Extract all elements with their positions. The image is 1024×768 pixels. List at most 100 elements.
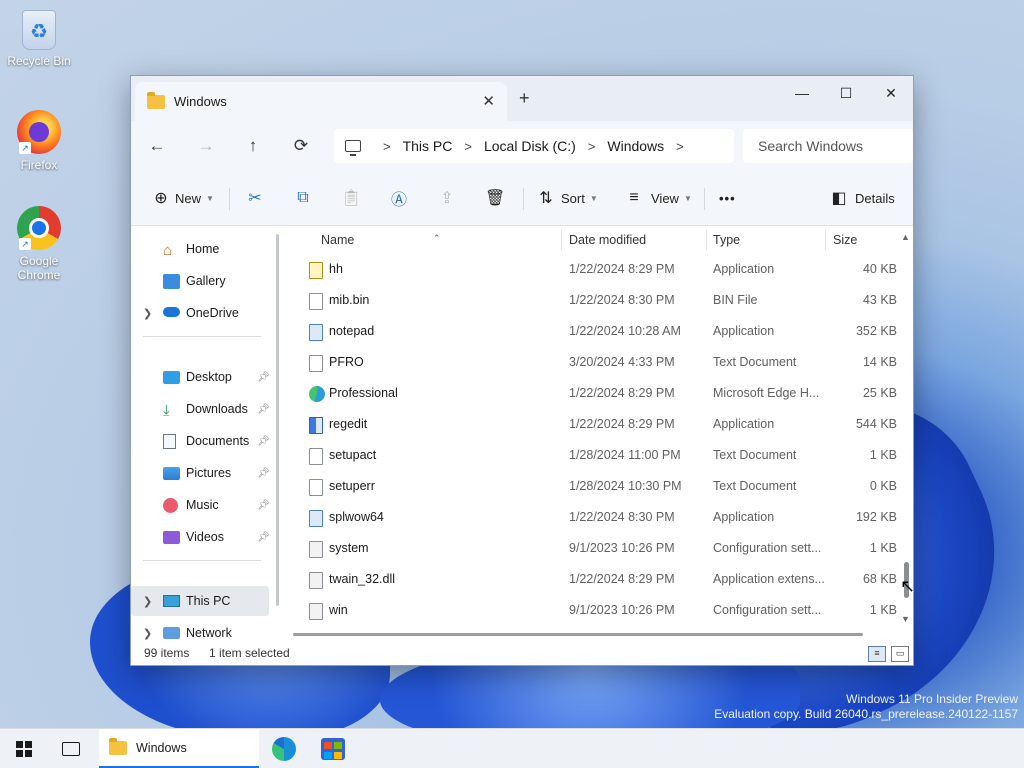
new-tab-button[interactable]: + [519,88,530,109]
explorer-body: ⌂ Home Gallery ❯ OneDrive Desktop 📌︎ ⤓ D… [131,226,913,640]
nav-item-desktop[interactable]: Desktop 📌︎ [131,362,270,392]
file-name: twain_32.dll [329,572,396,586]
up-button[interactable]: ↑ [241,134,265,158]
file-name: notepad [329,324,375,338]
taskbar-explorer-windows[interactable]: Windows [99,729,259,768]
desktop-icon-firefox[interactable]: ↗ Firefox [1,110,77,172]
maximize-button[interactable]: ☐ [823,80,869,108]
breadcrumb-separator[interactable]: > [676,139,684,154]
large-icons-view-button[interactable]: ▭ [891,646,909,662]
forward-button[interactable]: → [194,134,218,158]
sort-icon: ⇅ [539,190,553,207]
desktop-icon-recycle-bin[interactable]: Recycle Bin [1,10,77,68]
nav-item-this-pc[interactable]: ❯ This PC [131,586,269,616]
plus-circle-icon: ⊕ [154,190,168,207]
nav-item-label: Network [186,626,232,640]
table-row[interactable]: system 9/1/2023 10:26 PM Configuration set… [287,533,897,564]
nav-item-videos[interactable]: Videos 📌︎ [131,522,270,552]
desktop-icon-chrome[interactable]: ↗ Google Chrome [1,206,77,282]
table-row[interactable]: setupact 1/28/2024 11:00 PM Text Document 1… [287,440,897,471]
close-tab-button[interactable]: ✕ [482,92,495,110]
pin-icon[interactable]: 📌︎ [257,532,270,543]
table-row[interactable]: notepad 1/22/2024 10:28 AM Application 352 … [287,316,897,347]
start-button[interactable] [16,729,32,768]
rename-button[interactable]: Ⓐ [389,186,409,210]
table-row[interactable]: hh 1/22/2024 8:29 PM Application 40 KB [287,254,897,285]
table-row[interactable]: twain_32.dll 1/22/2024 8:29 PM Application… [287,564,897,595]
close-window-button[interactable]: ✕ [868,80,914,108]
search-input[interactable]: Search Windows [743,129,913,163]
nav-item-pictures[interactable]: Pictures 📌︎ [131,458,270,488]
new-button[interactable]: ⊕ New ▼ [151,186,214,210]
breadcrumb-separator[interactable]: > [383,139,391,154]
file-type: Application [713,324,775,338]
table-row[interactable]: win 9/1/2023 10:26 PM Configuration sett..… [287,595,897,626]
more-options-button[interactable]: ••• [719,186,736,210]
details-pane-icon: ◧ [831,190,847,207]
nav-item-documents[interactable]: Documents 📌︎ [131,426,270,456]
breadcrumb-this-pc[interactable]: This PC [403,138,453,154]
pin-icon[interactable]: 📌︎ [257,404,270,415]
nav-item-gallery[interactable]: Gallery [131,266,269,296]
watermark-line: Evaluation copy. Build 26040.rs_prerelea… [714,707,1018,721]
table-row[interactable]: Professional 1/22/2024 8:29 PM Microsoft E… [287,378,897,409]
pin-icon[interactable]: 📌︎ [257,500,270,511]
nav-divider [143,336,261,337]
column-name[interactable]: Name [321,233,354,247]
nav-item-home[interactable]: ⌂ Home [131,234,269,264]
file-size: 352 KB [855,324,897,338]
breadcrumb-separator[interactable]: > [464,139,472,154]
divider [229,188,230,210]
task-view-button[interactable] [62,729,80,768]
nav-item-onedrive[interactable]: ❯ OneDrive [131,298,269,328]
horizontal-scrollbar[interactable] [293,633,863,636]
breadcrumb-local-disk[interactable]: Local Disk (C:) [484,138,576,154]
column-divider[interactable] [706,230,707,250]
column-date-modified[interactable]: Date modified [569,233,646,247]
scroll-up-arrow-icon[interactable]: ▲ [901,232,910,242]
column-size[interactable]: Size [833,233,857,247]
scroll-down-arrow-icon[interactable]: ▼ [901,614,910,624]
column-type[interactable]: Type [713,233,740,247]
selection-count: 1 item selected [209,646,290,660]
store-icon [321,738,345,760]
sort-button[interactable]: ⇅ Sort ▼ [536,186,597,210]
nav-scrollbar[interactable] [276,234,279,606]
file-date: 1/22/2024 10:28 AM [569,324,681,338]
pin-icon[interactable]: 📌︎ [257,468,270,479]
breadcrumb-separator[interactable]: > [588,139,596,154]
taskbar-store[interactable] [321,729,345,768]
nav-item-music[interactable]: Music 📌︎ [131,490,270,520]
view-button[interactable]: ≡ View ▼ [624,186,692,210]
taskbar-edge[interactable] [272,729,296,768]
edge-file-icon [309,386,325,402]
details-view-button[interactable]: ≡ [868,646,886,662]
delete-button[interactable]: 🗑︎ [485,186,505,210]
table-row[interactable]: splwow64 1/22/2024 8:30 PM Application 192 … [287,502,897,533]
copy-button[interactable]: ⧉ [293,186,313,210]
tab-windows[interactable]: Windows ✕ [135,82,507,121]
back-button[interactable]: ← [145,134,169,158]
column-divider[interactable] [825,230,826,250]
paste-button[interactable]: 📋︎ [341,186,361,210]
nav-item-downloads[interactable]: ⤓ Downloads 📌︎ [131,394,270,424]
table-row[interactable]: regedit 1/22/2024 8:29 PM Application 544 K… [287,409,897,440]
file-type: Application [713,417,775,431]
desktop-icon [163,370,180,384]
pin-icon[interactable]: 📌︎ [257,372,270,383]
table-row[interactable]: PFRO 3/20/2024 4:33 PM Text Document 14 KB [287,347,897,378]
refresh-button[interactable]: ⟳ [289,134,313,158]
details-button[interactable]: ◧ Details [829,186,894,210]
pin-icon[interactable]: 📌︎ [257,436,270,447]
table-row[interactable]: setuperr 1/28/2024 10:30 PM Text Document 0… [287,471,897,502]
share-button[interactable]: ⇪ [437,186,457,210]
cut-button[interactable]: ✂ [245,186,265,210]
file-size: 0 KB [869,479,897,493]
minimize-button[interactable]: — [779,80,825,108]
breadcrumb-windows[interactable]: Windows [607,138,664,154]
chevron-right-icon: ❯ [143,595,153,608]
taskbar-item-label: Windows [136,740,187,755]
table-row[interactable]: mib.bin 1/22/2024 8:30 PM BIN File 43 KB [287,285,897,316]
column-divider[interactable] [561,230,562,250]
breadcrumb[interactable]: > This PC > Local Disk (C:) > Windows > [334,129,734,163]
